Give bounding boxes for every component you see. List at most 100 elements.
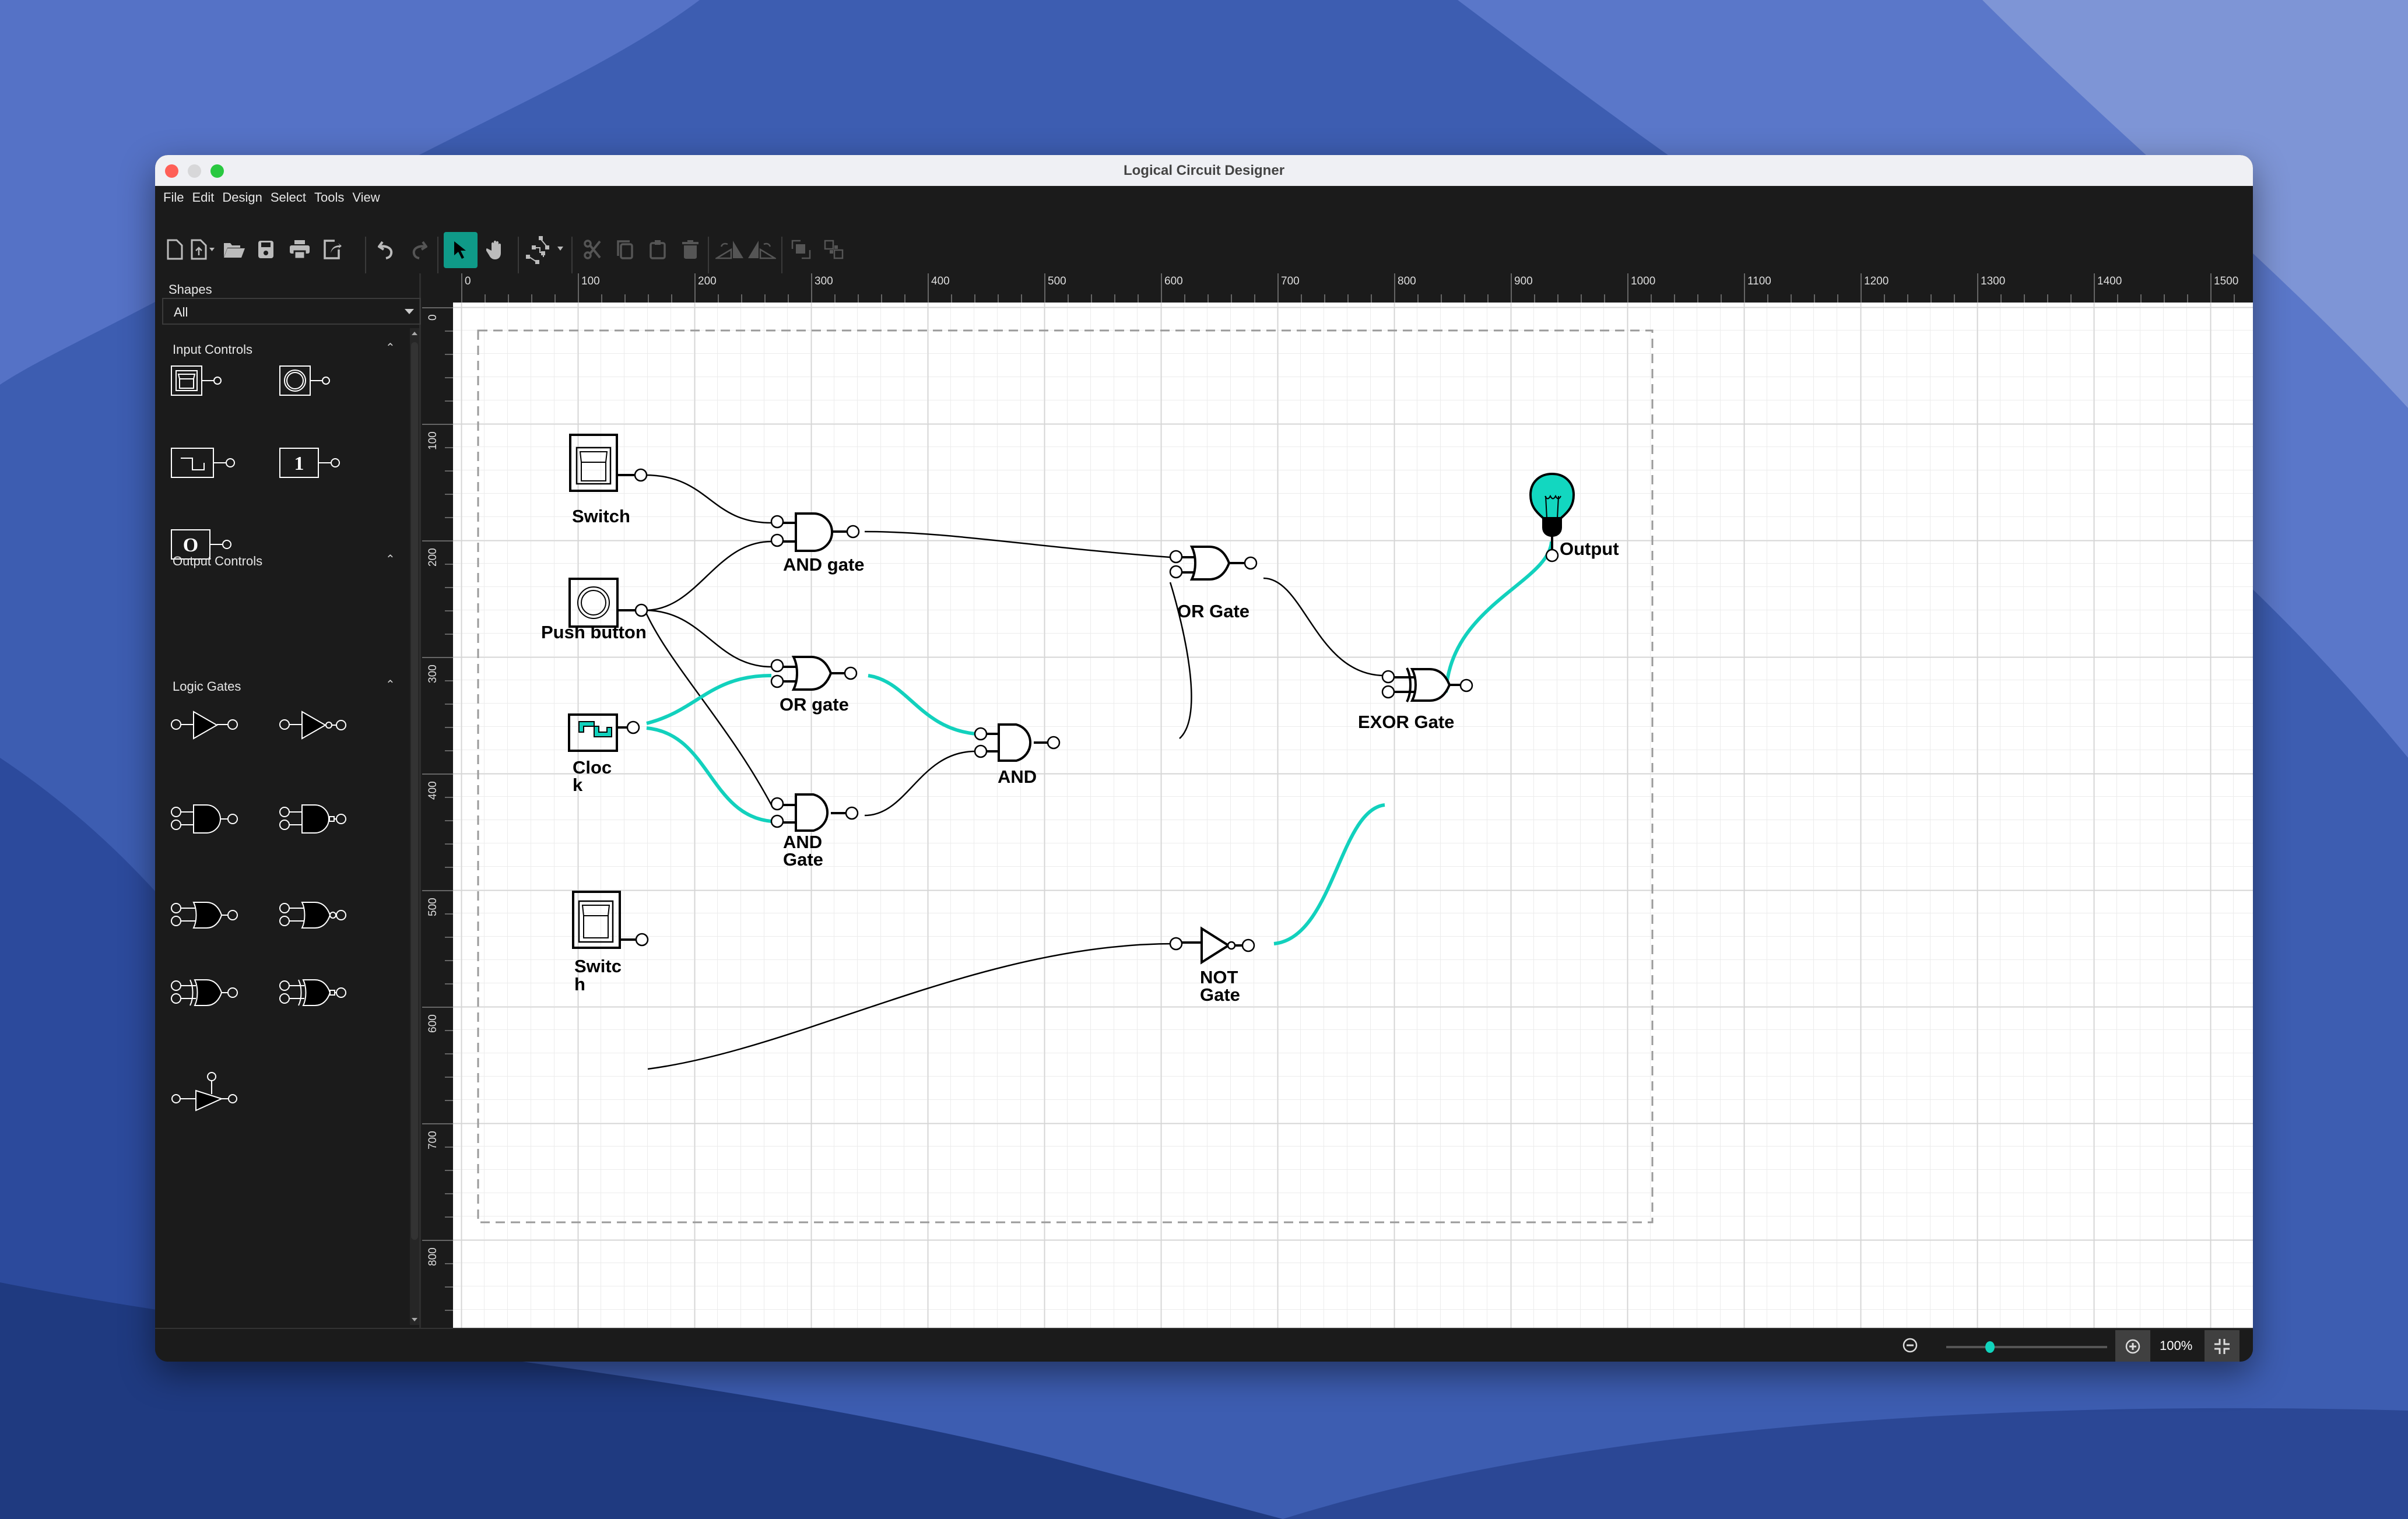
horizontal-ruler: 0 100 200 300 400 500 600 700 800 900 1000 1100 1200…	[453, 273, 2253, 304]
ruler-minor-tick	[445, 1286, 453, 1288]
ruler-label: 500	[427, 898, 439, 916]
ruler-minor-tick	[445, 1263, 453, 1264]
fit-to-screen-button[interactable]	[2205, 1330, 2239, 1362]
ruler-minor-tick	[1231, 294, 1232, 303]
ruler-label: 1500	[2214, 275, 2239, 287]
ruler-minor-tick	[445, 983, 453, 984]
pan-tool-button[interactable]	[483, 237, 508, 262]
chevron-up-icon[interactable]: ⌃	[385, 340, 395, 355]
delete-button[interactable]	[678, 237, 703, 262]
menu-tools[interactable]: Tools	[313, 190, 351, 205]
ruler-major-tick	[422, 307, 453, 308]
ruler-minor-tick	[2140, 294, 2142, 303]
group-button[interactable]	[788, 237, 814, 262]
zoom-in-button[interactable]	[2115, 1330, 2150, 1362]
palette-tri-state-buffer[interactable]	[170, 1065, 252, 1112]
shapes-panel: Shapes All Input Controls ⌃ 1 O Output C…	[155, 273, 421, 1328]
palette-buffer-gate[interactable]	[170, 707, 252, 742]
export-button[interactable]	[320, 237, 346, 262]
palette-toggle-switch[interactable]	[170, 364, 229, 399]
flip-vertical-button[interactable]	[745, 237, 778, 262]
chevron-up-icon[interactable]: ⌃	[385, 677, 395, 692]
palette-xnor-gate[interactable]	[279, 973, 360, 1014]
zoom-out-icon[interactable]	[1902, 1337, 1918, 1353]
ruler-minor-tick	[624, 294, 626, 303]
copy-button[interactable]	[612, 237, 638, 262]
node-label-cont: h	[574, 974, 585, 994]
connector-button[interactable]	[525, 236, 566, 264]
palette-nor-gate[interactable]	[279, 895, 360, 936]
ruler-minor-tick	[1557, 294, 1558, 303]
ruler-minor-tick	[2234, 294, 2235, 303]
palette-push-button[interactable]	[279, 364, 337, 399]
palette-xor-gate[interactable]	[170, 973, 252, 1014]
scroll-down-icon[interactable]	[412, 1318, 417, 1321]
ruler-corner	[422, 273, 453, 303]
diagram-canvas[interactable]: Switch Push button Cloc k Switc h AND ga…	[453, 303, 2253, 1328]
ruler-minor-tick	[445, 587, 453, 588]
palette-nand-gate[interactable]	[279, 799, 360, 840]
ruler-minor-tick	[445, 517, 453, 518]
ungroup-button[interactable]	[821, 237, 847, 262]
paste-button[interactable]	[645, 237, 671, 262]
app-window: Logical Circuit Designer File Edit Desig…	[155, 155, 2253, 1362]
redo-button[interactable]	[406, 237, 431, 262]
undo-button[interactable]	[374, 237, 399, 262]
close-window-button[interactable]	[165, 164, 178, 178]
scroll-up-icon[interactable]	[412, 332, 417, 335]
ruler-minor-tick	[445, 750, 453, 751]
ruler-major-tick	[1627, 273, 1628, 303]
node-label: Switch	[572, 506, 630, 526]
ruler-minor-tick	[1184, 294, 1185, 303]
ungroup-icon	[824, 240, 844, 259]
ruler-minor-tick	[445, 1053, 453, 1054]
section-input-controls[interactable]: Input Controls	[173, 342, 252, 357]
ruler-minor-tick	[2047, 294, 2048, 303]
zoom-slider-thumb[interactable]	[1985, 1341, 1995, 1353]
maximize-window-button[interactable]	[210, 164, 224, 178]
menu-file[interactable]: File	[162, 190, 191, 205]
zoom-slider[interactable]	[1946, 1346, 2107, 1348]
menu-design[interactable]: Design	[221, 190, 269, 205]
ruler-major-tick	[1977, 273, 1978, 303]
ruler-minor-tick	[2000, 294, 2002, 303]
menu-edit[interactable]: Edit	[191, 190, 221, 205]
flip-horizontal-button[interactable]	[714, 237, 746, 262]
menu-select[interactable]: Select	[269, 190, 313, 205]
palette-or-gate[interactable]	[170, 895, 252, 936]
ruler-label: 100	[427, 431, 439, 450]
ruler-minor-tick	[1091, 294, 1092, 303]
ruler-minor-tick	[445, 564, 453, 565]
ruler-label: 1300	[1981, 275, 2006, 287]
panel-scrollbar[interactable]	[410, 328, 419, 1325]
section-output-controls[interactable]: Output Controls	[173, 554, 262, 569]
palette-clock[interactable]	[170, 446, 246, 481]
ruler-minor-tick	[1674, 294, 1675, 303]
new-document-button[interactable]	[162, 237, 188, 262]
import-button[interactable]	[190, 237, 216, 262]
print-button[interactable]	[287, 237, 313, 262]
ruler-minor-tick	[1441, 294, 1442, 303]
ruler-label: 400	[931, 275, 950, 287]
select-tool-button[interactable]	[444, 232, 478, 268]
ruler-minor-tick	[445, 447, 453, 448]
palette-high-constant[interactable]: 1	[279, 446, 349, 481]
open-button[interactable]	[221, 237, 247, 262]
shapes-filter-dropdown[interactable]: All	[162, 298, 421, 325]
palette-not-gate[interactable]	[279, 707, 360, 742]
node-label: AND gate	[783, 554, 865, 575]
ruler-minor-tick	[445, 1170, 453, 1171]
hand-icon	[486, 240, 501, 259]
cut-button[interactable]	[580, 237, 605, 262]
ruler-minor-tick	[445, 1100, 453, 1101]
scrollbar-thumb[interactable]	[411, 342, 418, 1240]
ruler-major-tick	[1394, 273, 1395, 303]
node-label: OR Gate	[1177, 601, 1249, 621]
section-logic-gates[interactable]: Logic Gates	[173, 679, 241, 694]
minimize-window-button[interactable]	[188, 164, 201, 178]
menu-view[interactable]: View	[351, 190, 387, 205]
save-button[interactable]	[253, 237, 279, 262]
flip-vertical-icon	[748, 241, 776, 259]
chevron-up-icon[interactable]: ⌃	[385, 552, 395, 567]
palette-and-gate[interactable]	[170, 799, 252, 840]
